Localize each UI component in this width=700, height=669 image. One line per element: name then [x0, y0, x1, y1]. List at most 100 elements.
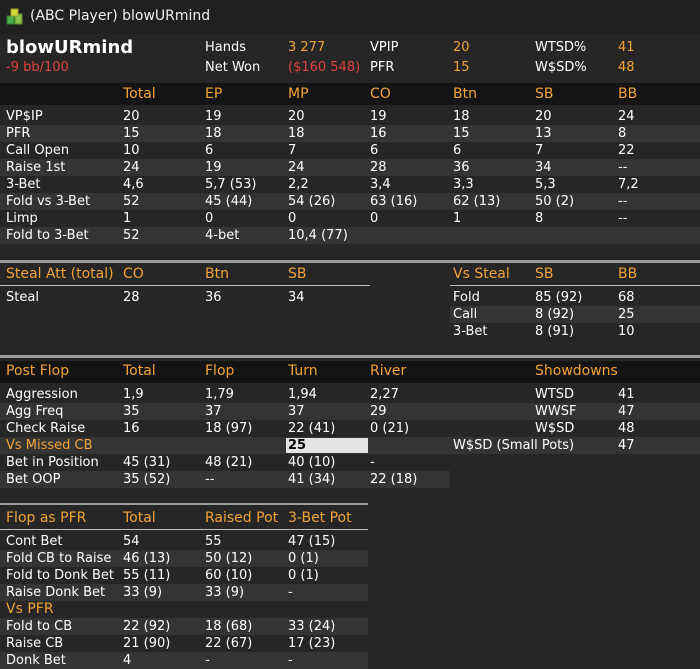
table-row: Call 8 (92) 25 — [450, 306, 700, 323]
vs-steal-title: Vs Steal — [453, 266, 510, 282]
row-value: 22 (67) — [205, 636, 253, 651]
row-value: 22 (92) — [123, 619, 171, 634]
table-row: Fold to 3-Bet 52 4-bet 10,4 (77) — [0, 227, 700, 244]
row-value: 8 (92) — [535, 307, 575, 322]
row-label: WWSF — [535, 404, 577, 419]
row-value: 28 — [370, 160, 387, 175]
row-label: Bet OOP — [6, 472, 61, 487]
pfr-header-raised: Raised Pot — [205, 510, 279, 526]
row-value: 54 (26) — [288, 194, 336, 209]
row-value: 25 — [618, 307, 635, 322]
row-value: 5,3 — [535, 177, 556, 192]
row-value: 18 — [205, 126, 222, 141]
row-value: 20 — [123, 109, 140, 124]
table-row: Raise 1st 24 19 24 28 36 34 -- — [0, 159, 700, 176]
table-row: Fold to CB 22 (92) 18 (68) 33 (24) — [0, 618, 368, 635]
row-value: 54 — [123, 534, 140, 549]
row-value: 19 — [370, 109, 387, 124]
row-value: 1,9 — [123, 387, 144, 402]
preflop-header-ep: EP — [205, 86, 223, 102]
divider — [0, 355, 700, 358]
row-value: 22 (41) — [288, 421, 336, 436]
row-label: Limp — [6, 211, 38, 226]
row-value: 48 — [618, 421, 635, 436]
row-value: 18 (97) — [205, 421, 253, 436]
preflop-header-btn: Btn — [453, 86, 477, 102]
player-name: blowURmind — [6, 37, 134, 58]
row-value: 20 — [535, 109, 552, 124]
steal-co-value: 28 — [123, 290, 140, 305]
wtsd-label: WTSD% — [535, 40, 587, 55]
table-row: Donk Bet 4 - - — [0, 652, 368, 669]
row-value: - — [288, 585, 293, 600]
row-value: - — [370, 455, 375, 470]
row-value: 10,4 (77) — [288, 228, 348, 243]
table-row: PFR 15 18 18 16 15 13 8 — [0, 125, 700, 142]
row-value: 46 (13) — [123, 551, 171, 566]
table-row: Vs Missed CB 25 — [0, 437, 450, 454]
table-row: Fold vs 3-Bet 52 45 (44) 54 (26) 63 (16) 62 (… — [0, 193, 700, 210]
row-value: 18 (68) — [205, 619, 253, 634]
row-label: Call — [453, 307, 478, 322]
showdowns-title: Showdowns — [535, 363, 618, 379]
wsd-value: 48 — [618, 60, 635, 75]
table-row: Call Open 10 6 7 6 6 7 22 — [0, 142, 700, 159]
pfr-label: PFR — [370, 60, 395, 75]
row-value: 8 — [618, 126, 627, 141]
row-label: VP$IP — [6, 109, 43, 124]
row-value: 0 (21) — [370, 421, 410, 436]
row-value: 60 (10) — [205, 568, 253, 583]
row-value: 15 — [123, 126, 140, 141]
row-value: 16 — [123, 421, 140, 436]
row-value: 19 — [205, 160, 222, 175]
row-label: Fold to Donk Bet — [6, 568, 115, 583]
divider — [0, 285, 370, 286]
row-label: Raise CB — [6, 636, 64, 651]
row-value: 1 — [123, 211, 132, 226]
vs-steal-header-bb: BB — [618, 266, 638, 282]
row-value: 35 — [123, 404, 140, 419]
row-value: 48 (21) — [205, 455, 253, 470]
row-value: 10 — [618, 324, 635, 339]
row-value: 33 (9) — [205, 585, 245, 600]
row-value: 0 — [288, 211, 297, 226]
row-value: 6 — [453, 143, 462, 158]
row-label: Fold to 3-Bet — [6, 228, 89, 243]
wtsd-value: 41 — [618, 40, 635, 55]
divider — [0, 260, 700, 263]
poker-chips-icon — [6, 8, 23, 25]
row-label: Aggression — [6, 387, 78, 402]
row-label: Bet in Position — [6, 455, 99, 470]
row-value: 21 (90) — [123, 636, 171, 651]
wsd-label: W$SD% — [535, 60, 587, 75]
row-value: 0 — [370, 211, 379, 226]
row-value: 3,4 — [370, 177, 391, 192]
row-label: W$SD — [535, 421, 575, 436]
row-label: Donk Bet — [6, 653, 66, 668]
row-value: 24 — [123, 160, 140, 175]
preflop-header-total: Total — [123, 86, 156, 102]
divider — [0, 503, 368, 505]
row-value: 47 (15) — [288, 534, 336, 549]
row-label: Raise 1st — [6, 160, 66, 175]
window-titlebar: (ABC Player) blowURmind — [0, 0, 700, 34]
row-value: 18 — [288, 126, 305, 141]
row-label: Fold to CB — [6, 619, 73, 634]
postflop-header-river: River — [370, 363, 407, 379]
row-value: -- — [618, 160, 628, 175]
row-value: 1,79 — [205, 387, 234, 402]
row-value: 55 — [205, 534, 222, 549]
row-value: 33 (9) — [123, 585, 163, 600]
postflop-header-turn: Turn — [288, 363, 318, 379]
row-value: 5,7 (53) — [205, 177, 257, 192]
preflop-header-co: CO — [370, 86, 391, 102]
row-value: 4 — [123, 653, 132, 668]
row-value: - — [205, 653, 210, 668]
row-value: 40 (10) — [288, 455, 336, 470]
preflop-header-bar — [0, 83, 700, 105]
row-value: 62 (13) — [453, 194, 501, 209]
row-label: Steal — [6, 290, 39, 305]
divider — [450, 285, 700, 286]
row-value: 50 (12) — [205, 551, 253, 566]
row-value: 52 — [123, 228, 140, 243]
